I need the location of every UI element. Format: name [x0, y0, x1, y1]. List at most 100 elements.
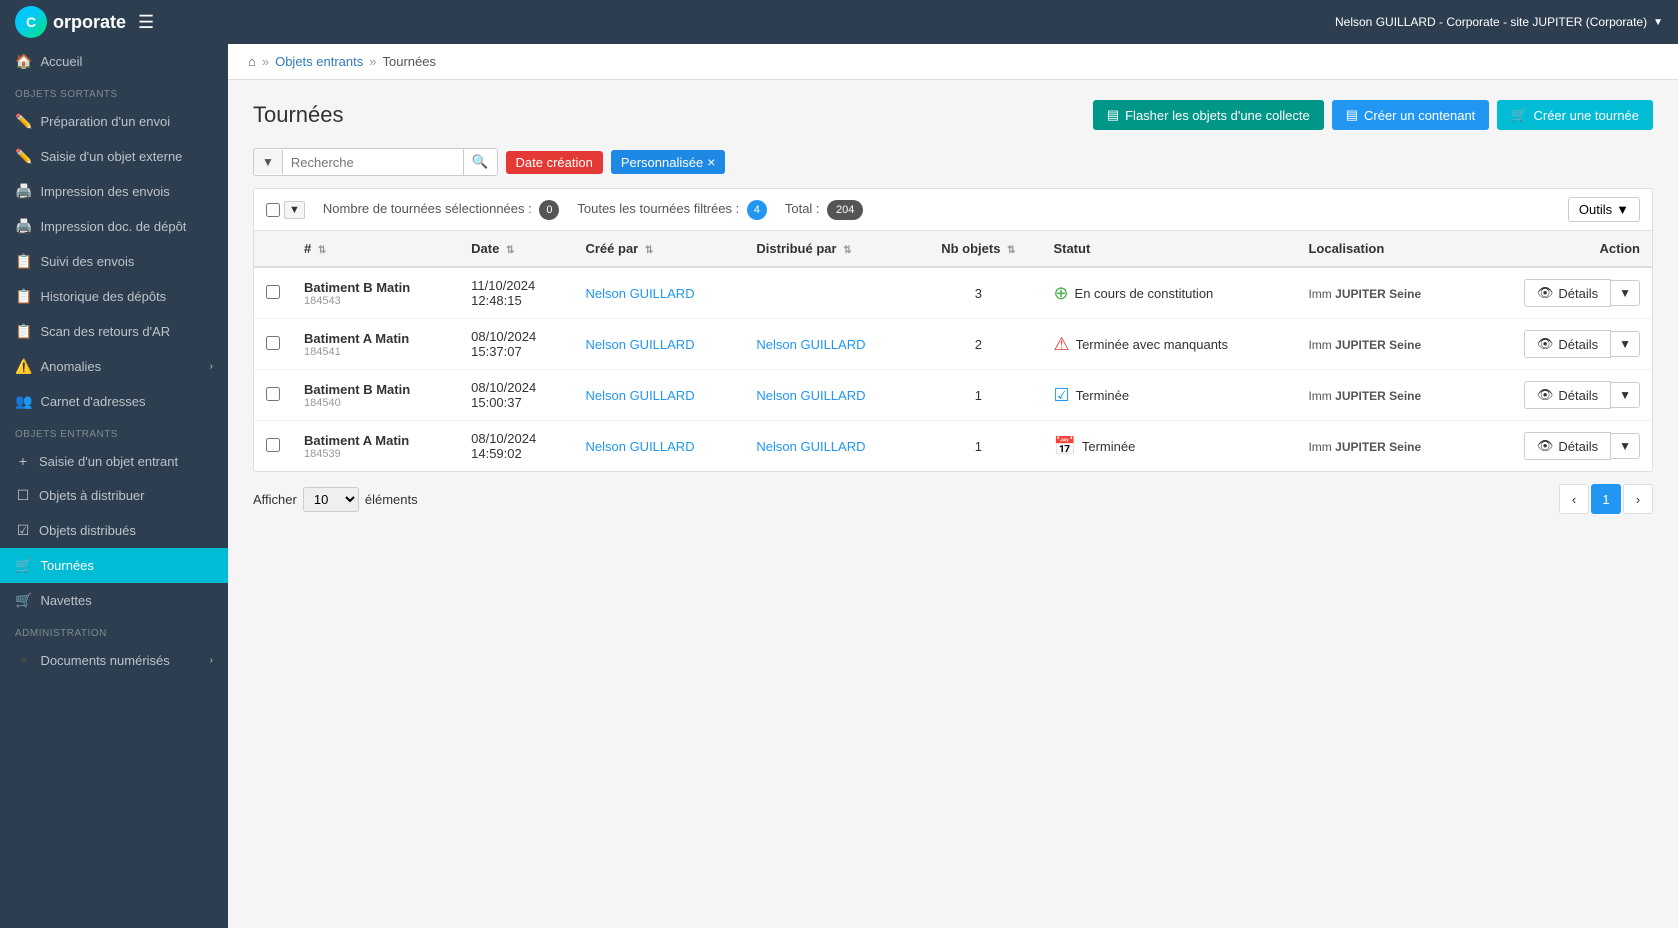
row-localisation-cell: Imm JUPITER Seine — [1296, 319, 1472, 370]
home-icon: 🏠 — [15, 53, 32, 70]
details-label: Détails — [1558, 388, 1598, 403]
home-breadcrumb-icon[interactable]: ⌂ — [248, 54, 256, 69]
row-distribue-par-link[interactable]: Nelson GUILLARD — [756, 337, 865, 352]
table-wrapper: # ⇅ Date ⇅ Créé par ⇅ — [253, 230, 1653, 472]
select-all-checkbox[interactable] — [266, 203, 280, 217]
page-1-button[interactable]: 1 — [1591, 484, 1621, 514]
sidebar-item-carnet[interactable]: 👥 Carnet d'adresses — [0, 384, 228, 419]
per-page-dropdown[interactable]: 10 25 50 100 — [303, 487, 359, 512]
page-actions: ▤ Flasher les objets d'une collecte ▤ Cr… — [1093, 100, 1653, 130]
print-icon-2: 🖨️ — [15, 218, 32, 235]
filter-tag-close-icon[interactable]: × — [707, 154, 715, 170]
cart-icon-1: 🛒 — [15, 557, 32, 574]
row-id-cell: Batiment B Matin 184540 — [292, 370, 459, 421]
row-id-cell: Batiment B Matin 184543 — [292, 267, 459, 319]
logo[interactable]: C orporate — [15, 6, 126, 38]
flasher-button[interactable]: ▤ Flasher les objets d'une collecte — [1093, 100, 1324, 130]
details-dropdown-button[interactable]: ▼ — [1611, 382, 1640, 408]
row-checkbox[interactable] — [266, 438, 280, 452]
details-dropdown-button[interactable]: ▼ — [1611, 280, 1640, 306]
row-nb-objets: 3 — [975, 286, 982, 301]
row-checkbox-cell — [254, 267, 292, 319]
prev-page-button[interactable]: ‹ — [1559, 484, 1589, 514]
row-cree-par-link[interactable]: Nelson GUILLARD — [585, 388, 694, 403]
sidebar-item-anomalies[interactable]: ⚠️ Anomalies › — [0, 349, 228, 384]
sidebar-item-navettes[interactable]: 🛒 Navettes — [0, 583, 228, 618]
search-submit-button[interactable]: 🔍 — [463, 149, 497, 175]
search-prefix-button[interactable]: ▼ — [254, 150, 283, 174]
row-cree-par-link[interactable]: Nelson GUILLARD — [585, 286, 694, 301]
col-date[interactable]: Date ⇅ — [459, 231, 573, 267]
row-localisation-cell: Imm JUPITER Seine — [1296, 421, 1472, 472]
creer-tournee-button[interactable]: 🛒 Créer une tournée — [1497, 100, 1653, 130]
sidebar-item-impression-doc[interactable]: 🖨️ Impression doc. de dépôt — [0, 209, 228, 244]
row-checkbox[interactable] — [266, 336, 280, 350]
sidebar-item-label-saisie-ent: Saisie d'un objet entrant — [39, 454, 178, 469]
sort-hash-icon: ⇅ — [318, 245, 326, 256]
sidebar-item-objets-distribues[interactable]: ☑ Objets distribués — [0, 513, 228, 548]
filter-tag-date-creation[interactable]: Date création — [506, 151, 603, 174]
select-dropdown-icon[interactable]: ▼ — [284, 201, 305, 219]
breadcrumb-objets-entrants[interactable]: Objets entrants — [275, 54, 363, 69]
sidebar-item-label-imp-envois: Impression des envois — [40, 184, 169, 199]
col-hash[interactable]: # ⇅ — [292, 231, 459, 267]
details-button[interactable]: 👁 Détails — [1524, 279, 1611, 307]
user-dropdown-icon[interactable]: ▼ — [1653, 17, 1663, 28]
print-icon-1: 🖨️ — [15, 183, 32, 200]
sidebar-item-impression-envois[interactable]: 🖨️ Impression des envois — [0, 174, 228, 209]
sidebar-item-scan[interactable]: 📋 Scan des retours d'AR — [0, 314, 228, 349]
selected-count-badge: 0 — [539, 200, 559, 220]
col-nb-objets[interactable]: Nb objets ⇅ — [915, 231, 1041, 267]
details-button[interactable]: 👁 Détails — [1524, 432, 1611, 460]
row-distribue-par-cell: Nelson GUILLARD — [744, 370, 915, 421]
row-localisation: Imm JUPITER Seine — [1308, 338, 1421, 352]
row-distribue-par-link[interactable]: Nelson GUILLARD — [756, 439, 865, 454]
table-row: Batiment A Matin 184539 08/10/2024 14:59… — [254, 421, 1652, 472]
col-action: Action — [1472, 231, 1652, 267]
sidebar: 🏠 Accueil OBJETS SORTANTS ✏️ Préparation… — [0, 44, 228, 928]
row-cree-par-link[interactable]: Nelson GUILLARD — [585, 439, 694, 454]
col-distribue-par[interactable]: Distribué par ⇅ — [744, 231, 915, 267]
cart-icon-2: 🛒 — [15, 592, 32, 609]
row-date: 08/10/2024 — [471, 380, 561, 395]
outils-caret-icon: ▼ — [1616, 202, 1629, 217]
table-row: Batiment A Matin 184541 08/10/2024 15:37… — [254, 319, 1652, 370]
total-label: Total : 204 — [785, 200, 863, 220]
warning-icon: ⚠️ — [15, 358, 32, 375]
table-row: Batiment B Matin 184543 11/10/2024 12:48… — [254, 267, 1652, 319]
sidebar-item-saisie-externe[interactable]: ✏️ Saisie d'un objet externe — [0, 139, 228, 174]
sidebar-item-historique[interactable]: 📋 Historique des dépôts — [0, 279, 228, 314]
creer-contenant-button[interactable]: ▤ Créer un contenant — [1332, 100, 1490, 130]
sidebar-item-saisie-entrant[interactable]: + Saisie d'un objet entrant — [0, 444, 228, 478]
details-dropdown-button[interactable]: ▼ — [1611, 433, 1640, 459]
sidebar-item-tournees[interactable]: 🛒 Tournées — [0, 548, 228, 583]
row-checkbox[interactable] — [266, 387, 280, 401]
row-cree-par-link[interactable]: Nelson GUILLARD — [585, 337, 694, 352]
filtered-count-label: Toutes les tournées filtrées : 4 — [577, 200, 766, 220]
details-button[interactable]: 👁 Détails — [1524, 381, 1611, 409]
row-distribue-par-link[interactable]: Nelson GUILLARD — [756, 388, 865, 403]
details-dropdown-button[interactable]: ▼ — [1611, 331, 1640, 357]
section-label-entrants: OBJETS ENTRANTS — [0, 419, 228, 444]
page-header: Tournées ▤ Flasher les objets d'une coll… — [253, 100, 1653, 130]
logo-text: orporate — [53, 12, 126, 33]
sidebar-item-label-obj-distrib: Objets à distribuer — [39, 488, 145, 503]
search-input[interactable] — [283, 150, 463, 175]
sidebar-item-documents[interactable]: ▪️ Documents numérisés › — [0, 643, 228, 678]
sidebar-item-accueil[interactable]: 🏠 Accueil — [0, 44, 228, 79]
row-nb-objets-cell: 3 — [915, 267, 1041, 319]
details-button[interactable]: 👁 Détails — [1524, 330, 1611, 358]
sidebar-item-preparation-envoi[interactable]: ✏️ Préparation d'un envoi — [0, 104, 228, 139]
sidebar-item-suivi[interactable]: 📋 Suivi des envois — [0, 244, 228, 279]
filter-tag-personnalisee[interactable]: Personnalisée × — [611, 150, 726, 174]
row-statut-label: Terminée — [1082, 439, 1135, 454]
sidebar-item-objets-distribuer[interactable]: ☐ Objets à distribuer — [0, 478, 228, 513]
row-time: 12:48:15 — [471, 293, 561, 308]
next-page-button[interactable]: › — [1623, 484, 1653, 514]
hamburger-icon[interactable]: ☰ — [138, 12, 154, 33]
row-distribue-par-cell — [744, 267, 915, 319]
row-checkbox[interactable] — [266, 285, 280, 299]
outils-button[interactable]: Outils ▼ — [1568, 197, 1640, 222]
table-row: Batiment B Matin 184540 08/10/2024 15:00… — [254, 370, 1652, 421]
col-cree-par[interactable]: Créé par ⇅ — [573, 231, 744, 267]
